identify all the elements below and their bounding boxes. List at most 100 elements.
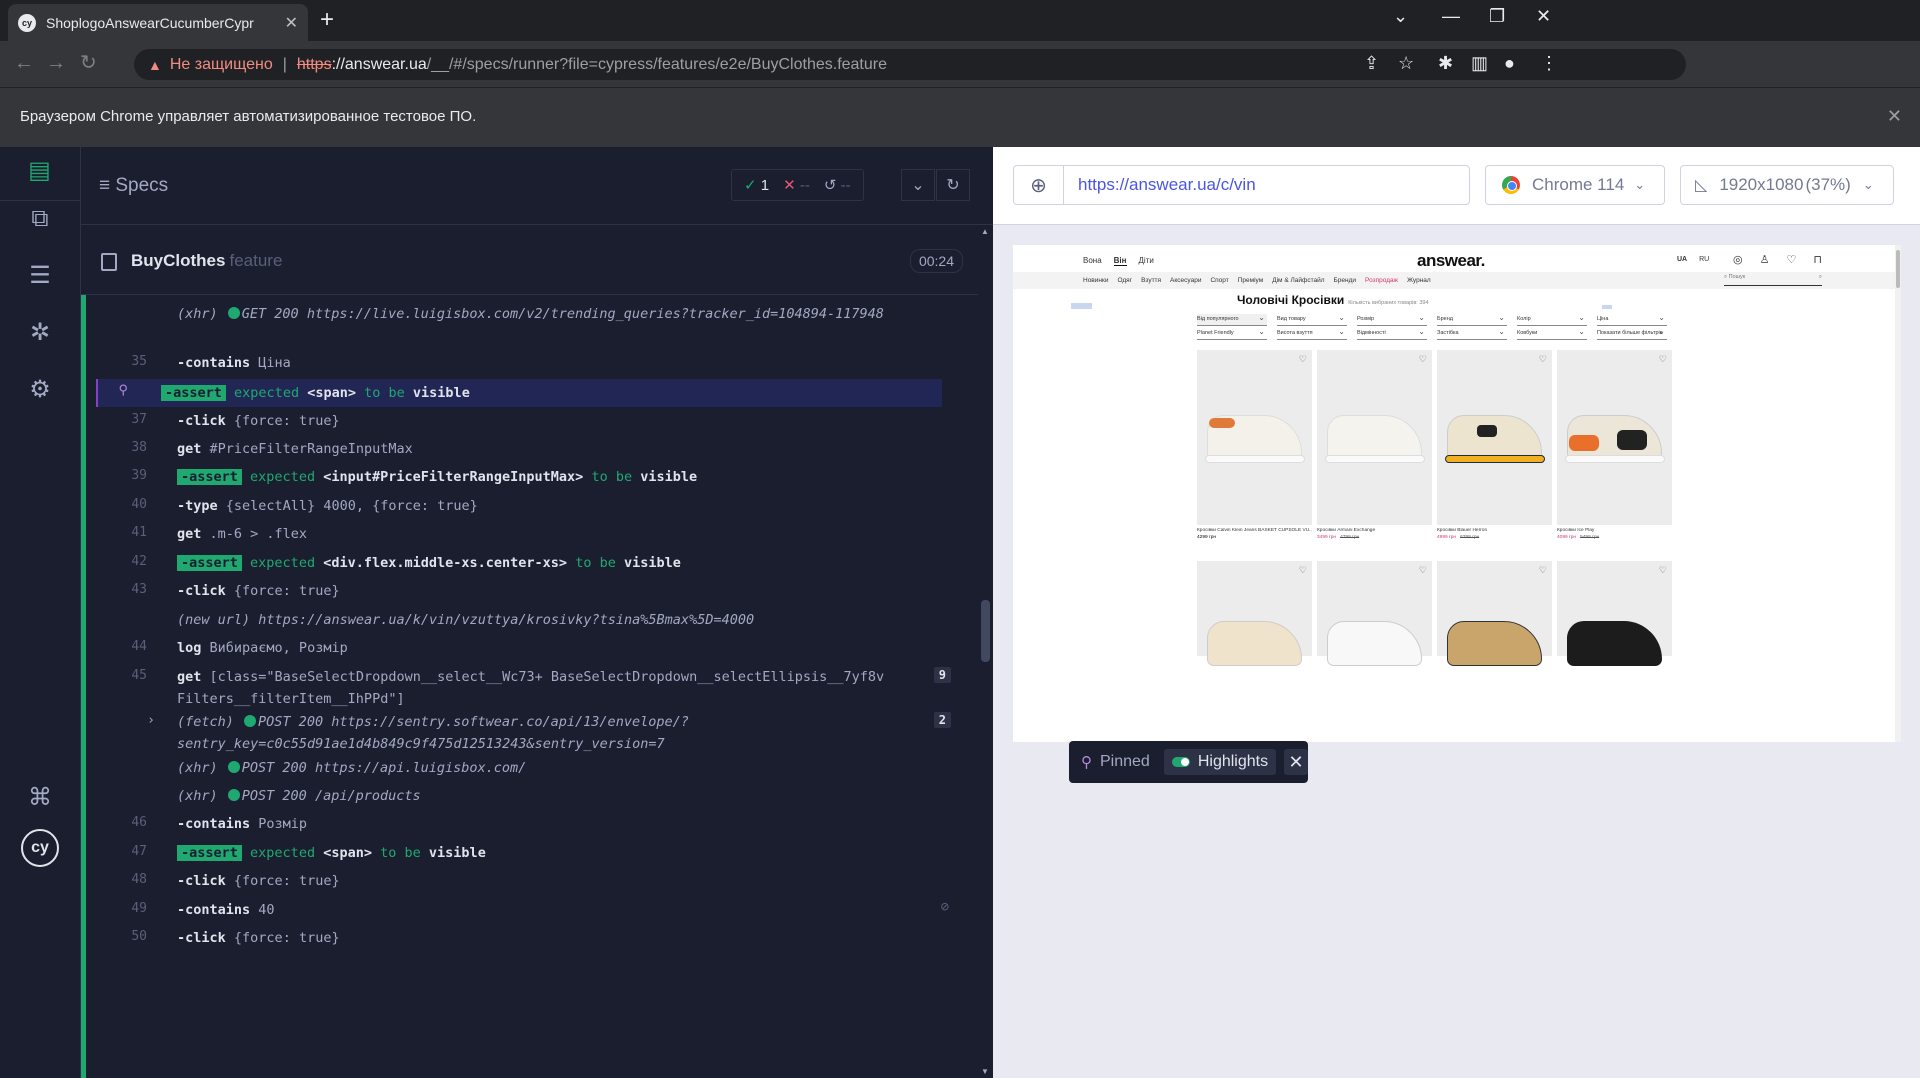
tab-search-icon[interactable]: ⌄ bbox=[1393, 6, 1408, 27]
filter-dropdown[interactable]: Ціна bbox=[1597, 313, 1667, 326]
runs-nav-icon[interactable]: ☰ bbox=[23, 261, 57, 291]
browser-selector[interactable]: Chrome 114 ⌄ bbox=[1485, 165, 1665, 205]
profile-icon[interactable]: ● bbox=[1504, 53, 1515, 73]
filter-dropdown[interactable]: Ковбуки bbox=[1517, 327, 1587, 340]
command-row[interactable]: 44 log Вибираємо, Розмір bbox=[117, 635, 951, 663]
filter-dropdown[interactable]: Вид товару bbox=[1277, 313, 1347, 326]
scroll-up-icon[interactable]: ▲ bbox=[981, 227, 989, 236]
specs-toggle[interactable]: ≡ Specs bbox=[99, 175, 168, 197]
product-card[interactable]: ♡ Кросівки Ice Play 4099 грн 5499 грн bbox=[1557, 350, 1672, 540]
lang-ua[interactable]: UA bbox=[1677, 256, 1687, 263]
project-logo-icon[interactable]: ▤ bbox=[0, 141, 80, 201]
share-icon[interactable]: ⇪ bbox=[1364, 53, 1379, 73]
command-row[interactable]: 41 get .m-6 > .flex bbox=[117, 521, 951, 549]
close-window-icon[interactable]: ✕ bbox=[1536, 6, 1551, 27]
reload-icon[interactable]: ↻ bbox=[80, 53, 97, 73]
scrollbar-thumb[interactable] bbox=[981, 600, 990, 662]
filter-dropdown[interactable]: Розмір bbox=[1357, 313, 1427, 326]
product-card[interactable]: ♡ bbox=[1197, 561, 1312, 666]
highlights-toggle[interactable]: Highlights bbox=[1163, 749, 1277, 775]
unpin-close-button[interactable]: ✕ bbox=[1284, 749, 1308, 775]
new-tab-icon[interactable]: + bbox=[320, 6, 334, 34]
command-row[interactable]: 47 -assert expected <span> to be visible bbox=[117, 840, 951, 868]
lang-ru[interactable]: RU bbox=[1699, 256, 1709, 263]
command-row[interactable]: (xhr) POST 200 https://api.luigisbox.com… bbox=[117, 755, 951, 783]
close-tab-icon[interactable]: ✕ bbox=[285, 13, 298, 33]
keyboard-shortcuts-icon[interactable]: ⌘ bbox=[23, 783, 57, 813]
nav-kids[interactable]: Діти bbox=[1139, 256, 1154, 266]
browser-tab[interactable]: cy ShoplogoAnswearCucumberCypr ✕ bbox=[8, 4, 308, 41]
rerun-button[interactable]: ↻ bbox=[936, 169, 970, 201]
filter-dropdown[interactable]: Planet Friendly bbox=[1197, 327, 1267, 340]
address-bar[interactable]: ▲ Не защищено | https://answear.ua/__/#/… bbox=[134, 49, 1686, 80]
command-row[interactable]: 45 get [class="BaseSelectDropdown__selec… bbox=[117, 664, 951, 708]
product-card[interactable]: ♡ Кросівки Blauer Herron 4999 грн 6299 гр… bbox=[1437, 350, 1552, 540]
command-row[interactable]: (xhr) GET 200 https://live.luigisbox.com… bbox=[117, 303, 951, 349]
site-search-input[interactable]: ⌕ Пошук ⌕ bbox=[1724, 274, 1822, 286]
side-panel-icon[interactable]: ▥ bbox=[1471, 53, 1488, 73]
wishlist-heart-icon[interactable]: ♡ bbox=[1539, 565, 1547, 576]
command-row[interactable]: 35 -contains Ціна bbox=[117, 350, 951, 378]
back-icon[interactable]: ← bbox=[14, 53, 34, 73]
command-row[interactable]: 39 -assert expected <input#PriceFilterRa… bbox=[117, 464, 951, 492]
command-row[interactable]: 42 -assert expected <div.flex.middle-xs.… bbox=[117, 550, 951, 578]
selector-playground-crosshair-icon[interactable]: ⊕ bbox=[1014, 166, 1064, 204]
menu-item[interactable]: Одяг bbox=[1117, 277, 1132, 284]
menu-kebab-icon[interactable]: ⋮ bbox=[1540, 53, 1558, 73]
menu-item[interactable]: Журнал bbox=[1407, 277, 1431, 284]
command-row-pinned[interactable]: ⚲ -assert expected <span> to be visible bbox=[96, 379, 942, 407]
restore-icon[interactable]: ❐ bbox=[1489, 6, 1505, 27]
viewport-info[interactable]: ◺ 1920x1080 (37%) ⌄ bbox=[1680, 165, 1894, 205]
product-card[interactable]: ♡ bbox=[1317, 561, 1432, 666]
bookmark-star-icon[interactable]: ☆ bbox=[1398, 53, 1414, 73]
sort-dropdown[interactable]: Від популярного bbox=[1197, 313, 1267, 326]
site-scrollbar-thumb[interactable] bbox=[1896, 250, 1900, 288]
menu-item[interactable]: Преміум bbox=[1238, 277, 1263, 284]
wishlist-heart-icon[interactable]: ♡ bbox=[1539, 354, 1547, 365]
wishlist-heart-icon[interactable]: ♡ bbox=[1659, 354, 1667, 365]
user-icon[interactable]: ♙ bbox=[1760, 253, 1770, 266]
wishlist-heart-icon[interactable]: ♡ bbox=[1419, 565, 1427, 576]
filter-dropdown[interactable]: Висота взуття bbox=[1277, 327, 1347, 340]
menu-item[interactable]: Дім & Лайфстайл bbox=[1272, 277, 1324, 284]
menu-item[interactable]: Аксесуари bbox=[1170, 277, 1201, 284]
filter-dropdown[interactable]: Відмінності bbox=[1357, 327, 1427, 340]
command-row[interactable]: 49 -contains 40 ⊘ bbox=[117, 897, 951, 925]
wishlist-heart-icon[interactable]: ♡ bbox=[1659, 565, 1667, 576]
aut-url-bar[interactable]: ⊕ https://answear.ua/c/vin bbox=[1013, 165, 1470, 205]
product-card[interactable]: ♡ Кросівки Armani Exchange 3499 грн 4799 … bbox=[1317, 350, 1432, 540]
product-card[interactable]: ♡ bbox=[1557, 561, 1672, 666]
forward-icon[interactable]: → bbox=[46, 53, 66, 73]
menu-item[interactable]: Спорт bbox=[1210, 277, 1228, 284]
command-row[interactable]: 40 -type {selectAll} 4000, {force: true} bbox=[117, 493, 951, 521]
menu-item[interactable]: Новинки bbox=[1083, 277, 1108, 284]
scroll-down-icon[interactable]: ▼ bbox=[981, 1067, 989, 1076]
command-row[interactable]: 46 -contains Розмір bbox=[117, 811, 951, 839]
site-scrollbar[interactable] bbox=[1895, 245, 1901, 742]
product-card[interactable]: ♡ bbox=[1437, 561, 1552, 666]
cart-bag-icon[interactable]: ⊓ bbox=[1813, 253, 1822, 266]
settings-gear-icon[interactable]: ⚙ bbox=[23, 375, 57, 405]
debug-nav-icon[interactable]: ✲ bbox=[23, 318, 57, 348]
reporter-scrollbar[interactable]: ▲ ▼ bbox=[978, 225, 993, 1078]
expand-chevron-icon[interactable]: › bbox=[125, 713, 155, 728]
command-row[interactable]: (xhr) POST 200 /api/products bbox=[117, 783, 951, 811]
command-row[interactable]: 43 -click {force: true} bbox=[117, 578, 951, 606]
site-logo[interactable]: answear. bbox=[1417, 251, 1485, 271]
collapse-button[interactable]: ⌄ bbox=[901, 169, 935, 201]
nav-men[interactable]: Він bbox=[1113, 256, 1127, 266]
menu-item[interactable]: Взуття bbox=[1141, 277, 1161, 284]
command-row[interactable]: 48 -click {force: true} bbox=[117, 868, 951, 896]
more-filters-button[interactable]: Показати більше фільтрів bbox=[1597, 327, 1667, 340]
minimize-icon[interactable]: — bbox=[1442, 6, 1460, 27]
cypress-logo-icon[interactable]: cy bbox=[21, 829, 59, 867]
command-row[interactable]: (new url) https://answear.ua/k/vin/vzutt… bbox=[117, 607, 951, 635]
command-row[interactable]: 38 get #PriceFilterRangeInputMax bbox=[117, 436, 951, 464]
specs-nav-icon[interactable]: ⧉ bbox=[23, 204, 57, 234]
menu-item[interactable]: Бренди bbox=[1334, 277, 1357, 284]
close-infobar-icon[interactable]: ✕ bbox=[1887, 106, 1902, 127]
filter-dropdown[interactable]: Бренд bbox=[1437, 313, 1507, 326]
command-row[interactable]: › (fetch) POST 200 https://sentry.softwe… bbox=[117, 709, 951, 755]
command-row[interactable]: 50 -click {force: true} bbox=[117, 925, 951, 953]
filter-dropdown[interactable]: Колір bbox=[1517, 313, 1587, 326]
